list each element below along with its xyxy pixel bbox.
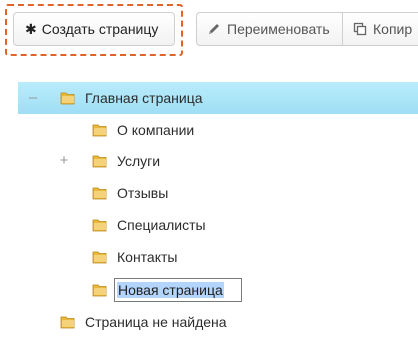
folder-icon: [92, 155, 107, 168]
expand-toggle[interactable]: +: [58, 153, 70, 168]
page-tree-editor: ✱ Создать страницу Переименовать Копир –…: [0, 0, 418, 344]
collapse-toggle[interactable]: –: [27, 90, 39, 105]
folder-icon: [92, 251, 107, 264]
tree-row[interactable]: О компании: [18, 114, 418, 146]
copy-label: Копир: [373, 21, 413, 37]
tree-label: Контакты: [117, 249, 178, 265]
copy-icon: [353, 22, 367, 36]
tree-label: Специалисты: [117, 217, 206, 233]
tree-row-root[interactable]: – Главная страница: [18, 82, 418, 114]
folder-icon: [92, 284, 107, 297]
tree-row-editing[interactable]: Новая страница: [18, 274, 418, 306]
tree-row[interactable]: Специалисты: [18, 209, 418, 241]
copy-button[interactable]: Копир: [342, 12, 418, 46]
folder-icon: [92, 187, 107, 200]
tree-label: Услуги: [117, 153, 161, 169]
asterisk-icon: ✱: [25, 20, 37, 37]
rename-input[interactable]: Новая страница: [114, 278, 242, 302]
create-page-button[interactable]: ✱ Создать страницу: [13, 12, 175, 46]
rename-input-value: Новая страница: [117, 282, 224, 298]
create-page-label: Создать страницу: [41, 21, 159, 37]
tree-label-root: Главная страница: [85, 90, 203, 106]
tree-row[interactable]: Страница не найдена: [18, 306, 418, 338]
pencil-icon: [207, 22, 221, 36]
folder-icon: [60, 92, 75, 105]
tree-label: О компании: [117, 122, 195, 138]
tree-row[interactable]: Контакты: [18, 241, 418, 273]
tree-label: Страница не найдена: [85, 314, 227, 330]
tree-row[interactable]: Отзывы: [18, 177, 418, 209]
rename-button[interactable]: Переименовать: [196, 12, 342, 46]
folder-icon: [92, 219, 107, 232]
folder-icon: [92, 124, 107, 137]
folder-icon: [60, 316, 75, 329]
tree-label: Отзывы: [117, 185, 169, 201]
rename-label: Переименовать: [227, 21, 330, 37]
tree-row[interactable]: + Услуги: [18, 145, 418, 177]
